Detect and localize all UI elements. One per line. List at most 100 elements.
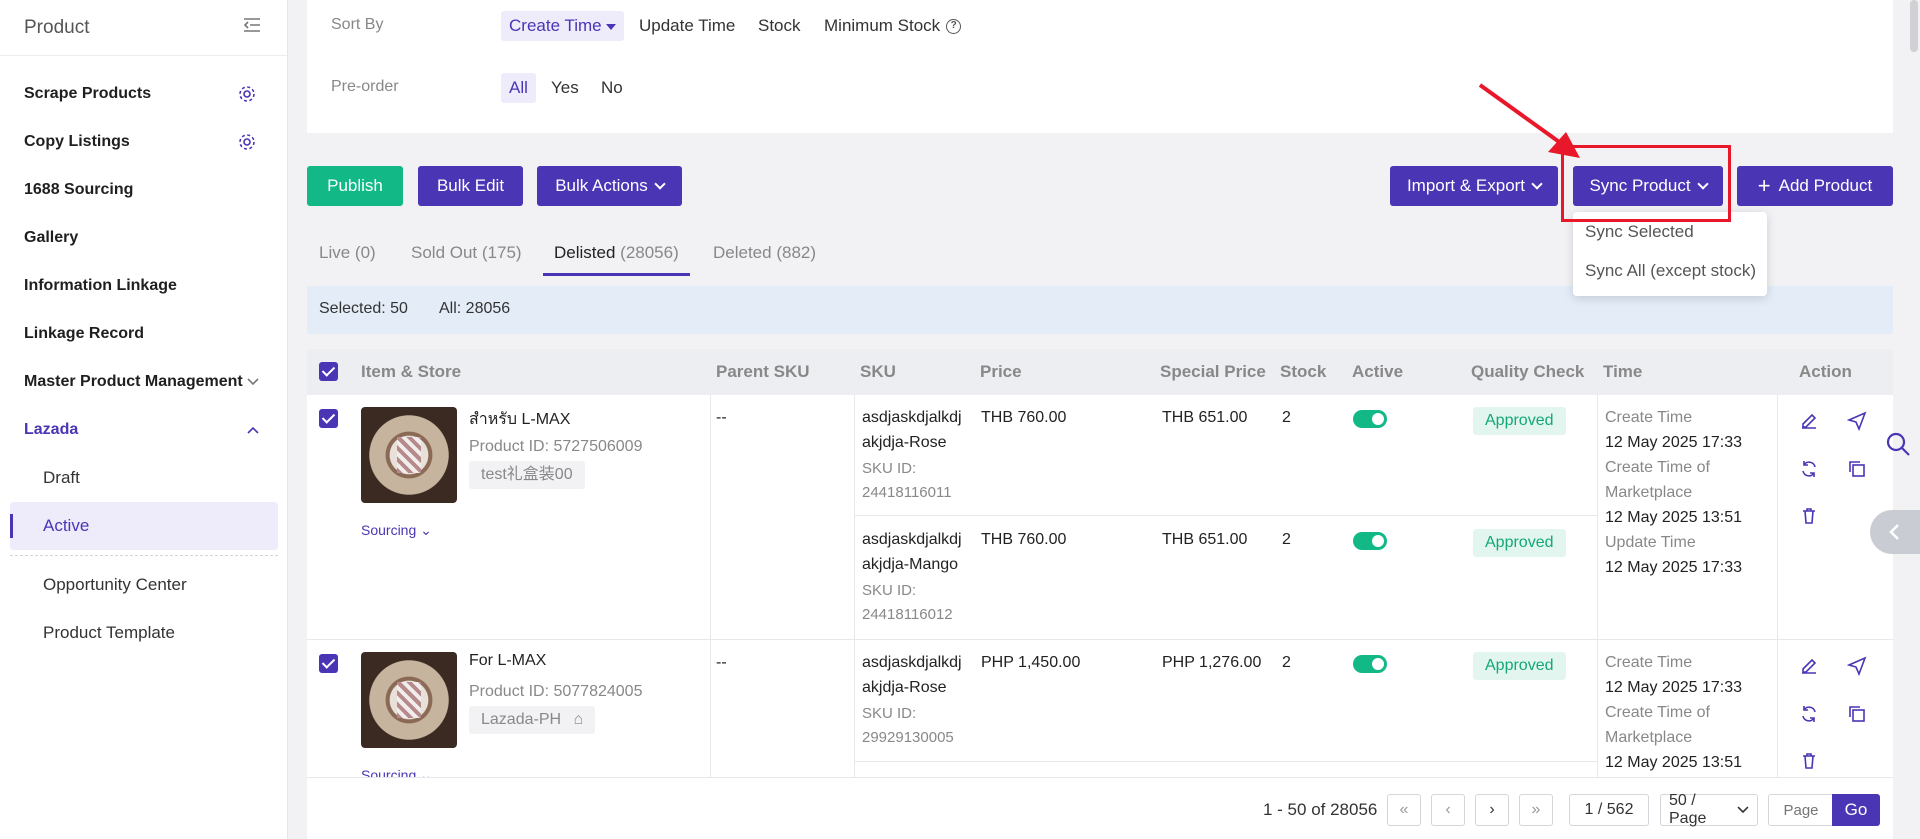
price: THB 760.00	[981, 409, 1067, 426]
chevron-down-icon	[654, 177, 666, 190]
sidebar-item-scrape-products[interactable]: Scrape Products	[0, 76, 288, 112]
special-price: THB 651.00	[1162, 531, 1248, 548]
sidebar-item-opportunity-center[interactable]: Opportunity Center	[43, 575, 187, 595]
sort-stock[interactable]: Stock	[750, 11, 809, 41]
gear-icon[interactable]	[238, 85, 256, 103]
active-toggle[interactable]	[1353, 655, 1387, 673]
delete-icon[interactable]	[1799, 751, 1819, 771]
tab-sold-out[interactable]: Sold Out (175)	[411, 243, 522, 263]
search-icon[interactable]	[1884, 430, 1912, 463]
sync-icon[interactable]	[1799, 459, 1819, 479]
tab-live[interactable]: Live (0)	[319, 243, 376, 263]
page-jump-input[interactable]	[1768, 794, 1834, 826]
sidebar-item-information-linkage[interactable]: Information Linkage	[0, 268, 288, 304]
prev-page-button[interactable]: ‹	[1431, 794, 1465, 826]
collapse-menu-icon[interactable]	[243, 17, 261, 38]
select-all-checkbox[interactable]	[319, 362, 338, 381]
sort-minimum-stock[interactable]: Minimum Stock?	[816, 11, 969, 41]
preorder-no[interactable]: No	[593, 73, 631, 103]
go-button[interactable]: Go	[1832, 794, 1880, 826]
first-page-button[interactable]: «	[1387, 794, 1421, 826]
sidebar-item-label: Active	[43, 516, 90, 535]
sidebar-header: Product	[0, 0, 287, 56]
row-divider	[307, 639, 1893, 640]
sidebar-title: Product	[24, 16, 90, 38]
next-page-button[interactable]: ›	[1475, 794, 1509, 826]
col-sku: SKU	[860, 362, 896, 381]
sort-update-time[interactable]: Update Time	[631, 11, 743, 41]
chevron-left-icon	[1889, 524, 1899, 540]
bulk-actions-button[interactable]: Bulk Actions	[537, 166, 682, 206]
stock-value: 2	[1282, 409, 1291, 426]
last-page-button[interactable]: »	[1519, 794, 1553, 826]
delete-icon[interactable]	[1799, 506, 1819, 526]
sidebar-item-linkage-record[interactable]: Linkage Record	[0, 316, 288, 352]
menu-item-sync-all[interactable]: Sync All (except stock)	[1585, 261, 1756, 281]
publish-icon[interactable]	[1846, 656, 1867, 677]
filter-panel: Sort By Create Time Update Time Stock Mi…	[307, 0, 1893, 133]
chevron-down-icon	[244, 373, 262, 391]
bulk-edit-button[interactable]: Bulk Edit	[418, 166, 523, 206]
sidebar-item-gallery[interactable]: Gallery	[0, 220, 288, 256]
sidebar-item-product-template[interactable]: Product Template	[43, 623, 175, 643]
col-action: Action	[1799, 362, 1852, 381]
sidebar-divider	[10, 555, 278, 556]
product-name[interactable]: สำหรับ L-MAX	[469, 407, 570, 432]
col-item-store: Item & Store	[361, 362, 462, 381]
sync-icon[interactable]	[1799, 704, 1819, 724]
sourcing-link[interactable]: Sourcing ⌄	[361, 522, 432, 539]
preorder-all[interactable]: All	[501, 73, 536, 103]
product-id: Product ID: 5077824005	[469, 683, 643, 700]
edit-icon[interactable]	[1799, 656, 1819, 676]
page-size-select[interactable]: 50 / Page	[1660, 792, 1758, 827]
sidebar-item-label: Gallery	[24, 229, 79, 246]
row-checkbox[interactable]	[319, 409, 338, 428]
add-product-button[interactable]: + Add Product	[1737, 166, 1893, 206]
collapse-panel-handle[interactable]	[1870, 510, 1920, 554]
sidebar-item-label: Copy Listings	[24, 133, 130, 150]
sidebar-item-copy-listings[interactable]: Copy Listings	[0, 124, 288, 160]
sync-dropdown-menu: Sync Selected Sync All (except stock)	[1573, 212, 1767, 296]
sidebar-item-master-product-management[interactable]: Master Product Management	[0, 364, 288, 400]
column-divider	[1777, 395, 1778, 777]
sku-name: akjdja-Mango	[862, 556, 959, 573]
menu-item-sync-selected[interactable]: Sync Selected	[1585, 222, 1694, 242]
row-checkbox[interactable]	[319, 654, 338, 673]
active-toggle[interactable]	[1353, 532, 1387, 550]
quality-badge: Approved	[1473, 407, 1566, 435]
product-thumbnail[interactable]	[361, 407, 457, 503]
sidebar-item-lazada[interactable]: Lazada	[0, 412, 288, 448]
copy-icon[interactable]	[1847, 459, 1867, 479]
sourcing-link[interactable]: Sourcing ⌄	[361, 767, 432, 777]
preorder-yes[interactable]: Yes	[543, 73, 587, 103]
sidebar-item-1688-sourcing[interactable]: 1688 Sourcing	[0, 172, 288, 208]
import-export-button[interactable]: Import & Export	[1390, 166, 1558, 206]
tab-delisted[interactable]: Delisted (28056)	[554, 243, 679, 263]
product-thumbnail[interactable]	[361, 652, 457, 748]
scrollbar[interactable]	[1910, 0, 1918, 52]
active-toggle[interactable]	[1353, 410, 1387, 428]
publish-icon[interactable]	[1846, 411, 1867, 432]
special-price: PHP 1,276.00	[1162, 654, 1262, 671]
sidebar-item-draft[interactable]: Draft	[10, 454, 278, 502]
parent-sku: --	[716, 409, 727, 426]
price: THB 760.00	[981, 531, 1067, 548]
quality-badge: Approved	[1473, 652, 1566, 680]
sku-divider	[854, 515, 1597, 516]
col-price: Price	[980, 362, 1022, 381]
time-value: 12 May 2025 17:33	[1605, 434, 1742, 451]
copy-icon[interactable]	[1847, 704, 1867, 724]
sidebar: Product Scrape Products Copy Listings 16…	[0, 0, 288, 839]
table-header	[307, 349, 1893, 395]
tab-active-underline	[543, 273, 690, 276]
edit-icon[interactable]	[1799, 411, 1819, 431]
page-indicator[interactable]: 1 / 562	[1569, 794, 1649, 826]
tab-deleted[interactable]: Deleted (882)	[713, 243, 816, 263]
sort-create-time[interactable]: Create Time	[501, 11, 624, 41]
sidebar-item-active[interactable]: Active	[10, 502, 278, 550]
quality-badge: Approved	[1473, 529, 1566, 557]
product-name[interactable]: For L-MAX	[469, 652, 546, 670]
gear-icon[interactable]	[238, 133, 256, 151]
publish-button[interactable]: Publish	[307, 166, 403, 206]
time-label: Create Time of	[1605, 704, 1710, 721]
